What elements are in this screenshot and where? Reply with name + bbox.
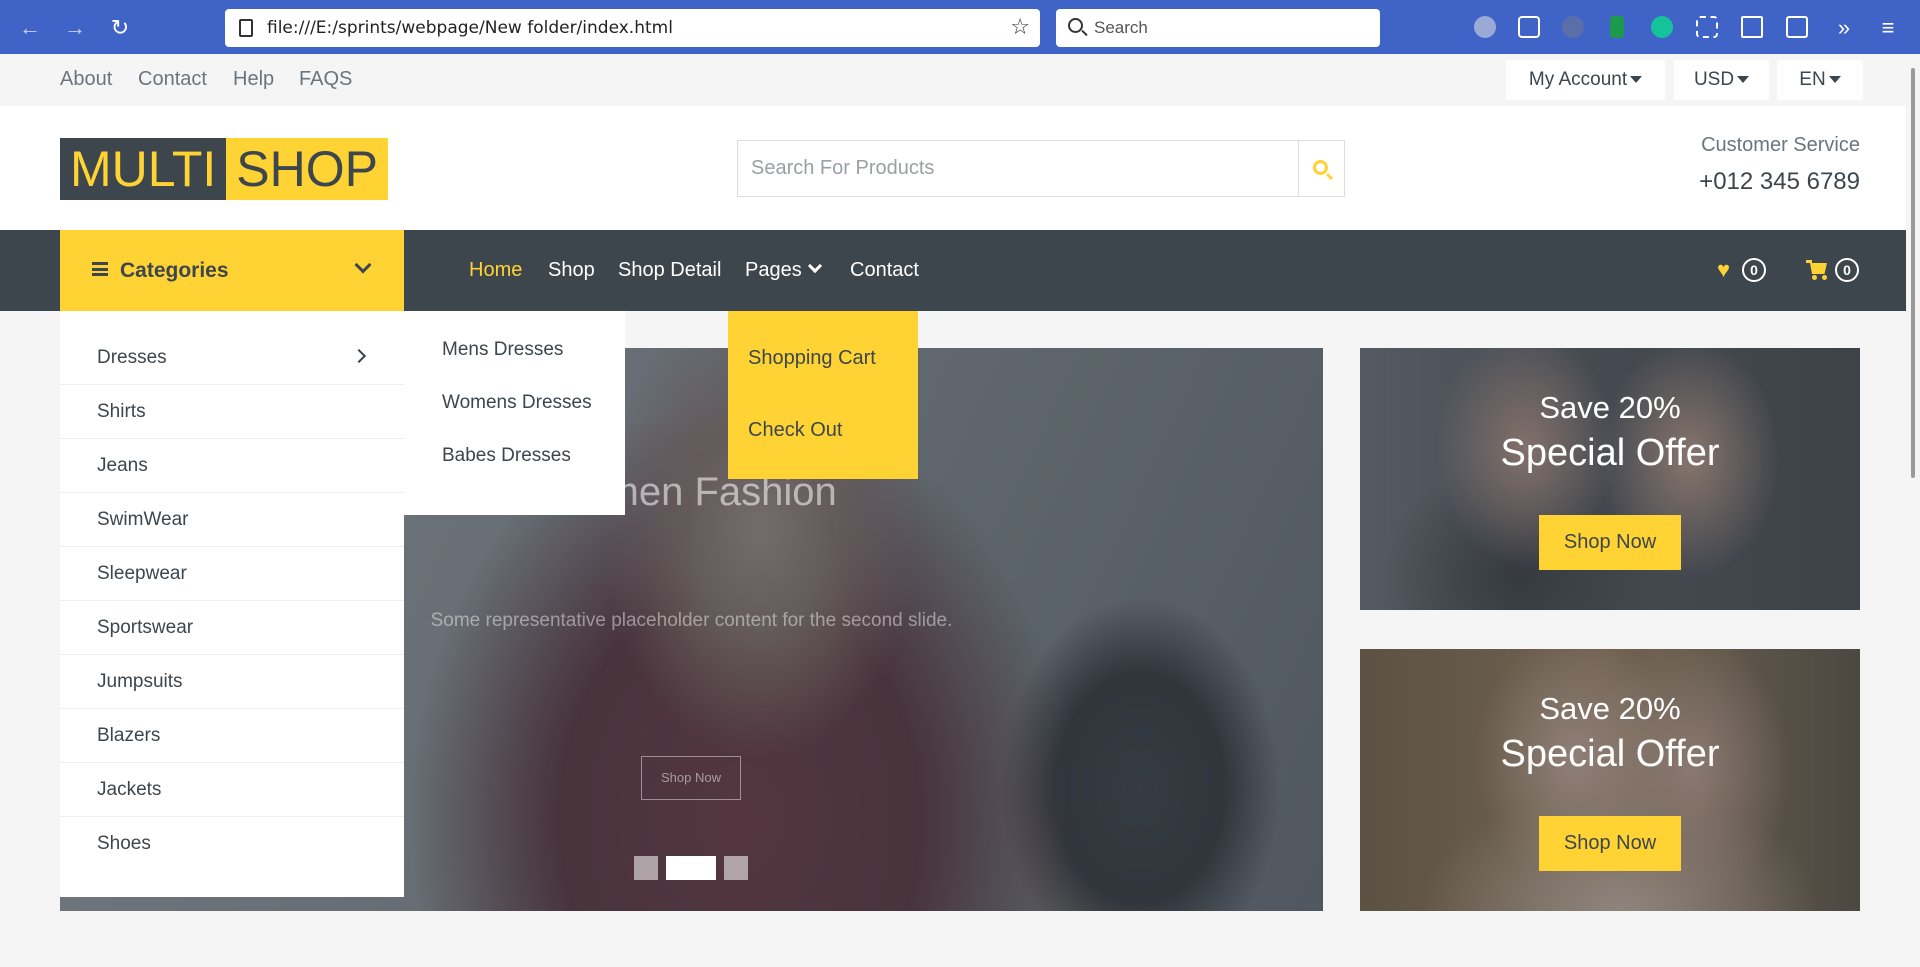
grammarly-icon[interactable]	[1651, 16, 1673, 38]
category-item-jackets[interactable]: Jackets	[60, 763, 404, 817]
logo-shop: SHOP	[226, 138, 388, 200]
category-label: Dresses	[97, 347, 167, 368]
offer-save-text: Save 20%	[1539, 691, 1681, 726]
category-item-blazers[interactable]: Blazers	[60, 709, 404, 763]
chevron-down-icon	[354, 256, 372, 274]
url-bar[interactable]: file:///E:/sprints/webpage/New folder/in…	[225, 9, 1040, 47]
topbar-link-about[interactable]: About	[60, 68, 112, 91]
category-item-shoes[interactable]: Shoes	[60, 817, 404, 871]
customer-service-phone: +012 345 6789	[1699, 168, 1860, 195]
back-icon[interactable]: ←	[16, 14, 44, 42]
forward-icon[interactable]: →	[61, 14, 89, 42]
hero-shop-now-button[interactable]: Shop Now	[641, 756, 741, 800]
currency-dropdown[interactable]: USD	[1674, 60, 1769, 100]
url-text: file:///E:/sprints/webpage/New folder/in…	[267, 18, 673, 38]
nav-shop-detail[interactable]: Shop Detail	[618, 230, 721, 311]
nav-pages-label: Pages	[745, 259, 802, 281]
nav-shop[interactable]: Shop	[548, 230, 595, 311]
category-item-dresses[interactable]: Dresses	[60, 331, 404, 385]
topbar-link-help[interactable]: Help	[233, 68, 274, 91]
chevron-right-icon	[351, 348, 367, 364]
extension-icon-1[interactable]	[1474, 16, 1496, 38]
app-menu-icon[interactable]: ≡	[1874, 14, 1902, 42]
logo[interactable]: MULTI SHOP	[60, 138, 388, 200]
browser-toolbar: ← → ↻ file:///E:/sprints/webpage/New fol…	[0, 0, 1920, 54]
offer-title: Special Offer	[1500, 733, 1720, 775]
wishlist-link[interactable]: ♥ 0	[1717, 254, 1766, 286]
scrollbar-thumb[interactable]	[1911, 68, 1915, 478]
crop-icon[interactable]	[1741, 16, 1763, 38]
language-label: EN	[1799, 69, 1826, 90]
search-icon	[1313, 160, 1328, 175]
cart-link[interactable]: 0	[1806, 254, 1859, 286]
pocket-icon[interactable]	[1518, 16, 1540, 38]
product-search-input[interactable]	[738, 141, 1298, 196]
category-item-jumpsuits[interactable]: Jumpsuits	[60, 655, 404, 709]
page-scrollbar[interactable]	[1906, 54, 1920, 967]
offer-shop-now-button[interactable]: Shop Now	[1539, 816, 1681, 871]
cart-icon	[1806, 260, 1830, 280]
nav-contact[interactable]: Contact	[850, 230, 919, 311]
category-item-sleepwear[interactable]: Sleepwear	[60, 547, 404, 601]
my-account-label: My Account	[1528, 69, 1628, 90]
submenu-item-womens-dresses[interactable]: Womens Dresses	[442, 388, 592, 418]
topbar-link-contact[interactable]: Contact	[138, 68, 207, 91]
screenshot-icon[interactable]	[1696, 16, 1718, 38]
offer-title: Special Offer	[1500, 432, 1720, 474]
pages-dropdown: Shopping Cart Check Out	[728, 311, 918, 479]
offer-overlay	[1360, 649, 1860, 911]
offer-overlay	[1360, 348, 1860, 610]
browser-search-placeholder: Search	[1094, 18, 1148, 37]
logo-multi: MULTI	[60, 138, 227, 200]
site-header: MULTI SHOP Customer Service +012 345 678…	[0, 106, 1920, 230]
bars-icon	[92, 262, 108, 276]
offer-card: Save 20% Special Offer Shop Now	[1360, 348, 1860, 610]
caret-down-icon	[1737, 76, 1750, 84]
product-search	[737, 140, 1345, 197]
overflow-icon[interactable]: »	[1830, 14, 1858, 42]
language-dropdown[interactable]: EN	[1777, 60, 1863, 100]
main-navbar: Categories Home Shop Shop Detail Pages C…	[0, 230, 1920, 311]
carousel-indicator-1[interactable]	[634, 856, 658, 880]
topbar: About Contact Help FAQS My Account USD E…	[0, 54, 1920, 106]
cart-count: 0	[1835, 258, 1859, 282]
offer-shop-now-button[interactable]: Shop Now	[1539, 515, 1681, 570]
browser-search-box[interactable]: Search	[1056, 9, 1380, 47]
carousel-indicator-3[interactable]	[724, 856, 748, 880]
extensions-icon[interactable]	[1786, 16, 1808, 38]
caret-down-icon	[1828, 76, 1841, 84]
offer-save-text: Save 20%	[1539, 390, 1681, 425]
category-item-sportswear[interactable]: Sportswear	[60, 601, 404, 655]
categories-toggle[interactable]: Categories	[60, 230, 404, 311]
nav-pages[interactable]: Pages	[745, 230, 822, 311]
search-icon	[1068, 18, 1083, 33]
bookmark-star-icon[interactable]: ☆	[1010, 9, 1030, 47]
wishlist-count: 0	[1742, 258, 1766, 282]
submenu-item-babes-dresses[interactable]: Babes Dresses	[442, 441, 571, 471]
dresses-submenu: Mens Dresses Womens Dresses Babes Dresse…	[404, 311, 625, 515]
category-item-shirts[interactable]: Shirts	[60, 385, 404, 439]
pages-item-check-out[interactable]: Check Out	[748, 415, 842, 445]
caret-down-icon	[1630, 76, 1643, 84]
offer-card: Save 20% Special Offer Shop Now	[1360, 649, 1860, 911]
nav-home[interactable]: Home	[469, 230, 522, 311]
extension-icon-3[interactable]	[1610, 16, 1624, 38]
submenu-item-mens-dresses[interactable]: Mens Dresses	[442, 335, 563, 365]
page-icon	[239, 19, 253, 37]
my-account-dropdown[interactable]: My Account	[1506, 60, 1665, 100]
extension-icon-2[interactable]	[1562, 16, 1584, 38]
product-search-button[interactable]	[1298, 141, 1344, 196]
heart-icon: ♥	[1717, 257, 1731, 282]
category-item-swimwear[interactable]: SwimWear	[60, 493, 404, 547]
topbar-link-faqs[interactable]: FAQS	[299, 68, 352, 91]
pages-item-shopping-cart[interactable]: Shopping Cart	[748, 343, 876, 373]
reload-icon[interactable]: ↻	[106, 14, 134, 42]
categories-label: Categories	[120, 259, 229, 282]
chevron-down-icon	[807, 258, 822, 274]
carousel-indicator-2[interactable]	[666, 856, 716, 880]
currency-label: USD	[1693, 69, 1735, 90]
categories-menu: Dresses Shirts Jeans SwimWear Sleepwear …	[60, 311, 404, 897]
customer-service-label: Customer Service	[1701, 134, 1860, 156]
category-item-jeans[interactable]: Jeans	[60, 439, 404, 493]
